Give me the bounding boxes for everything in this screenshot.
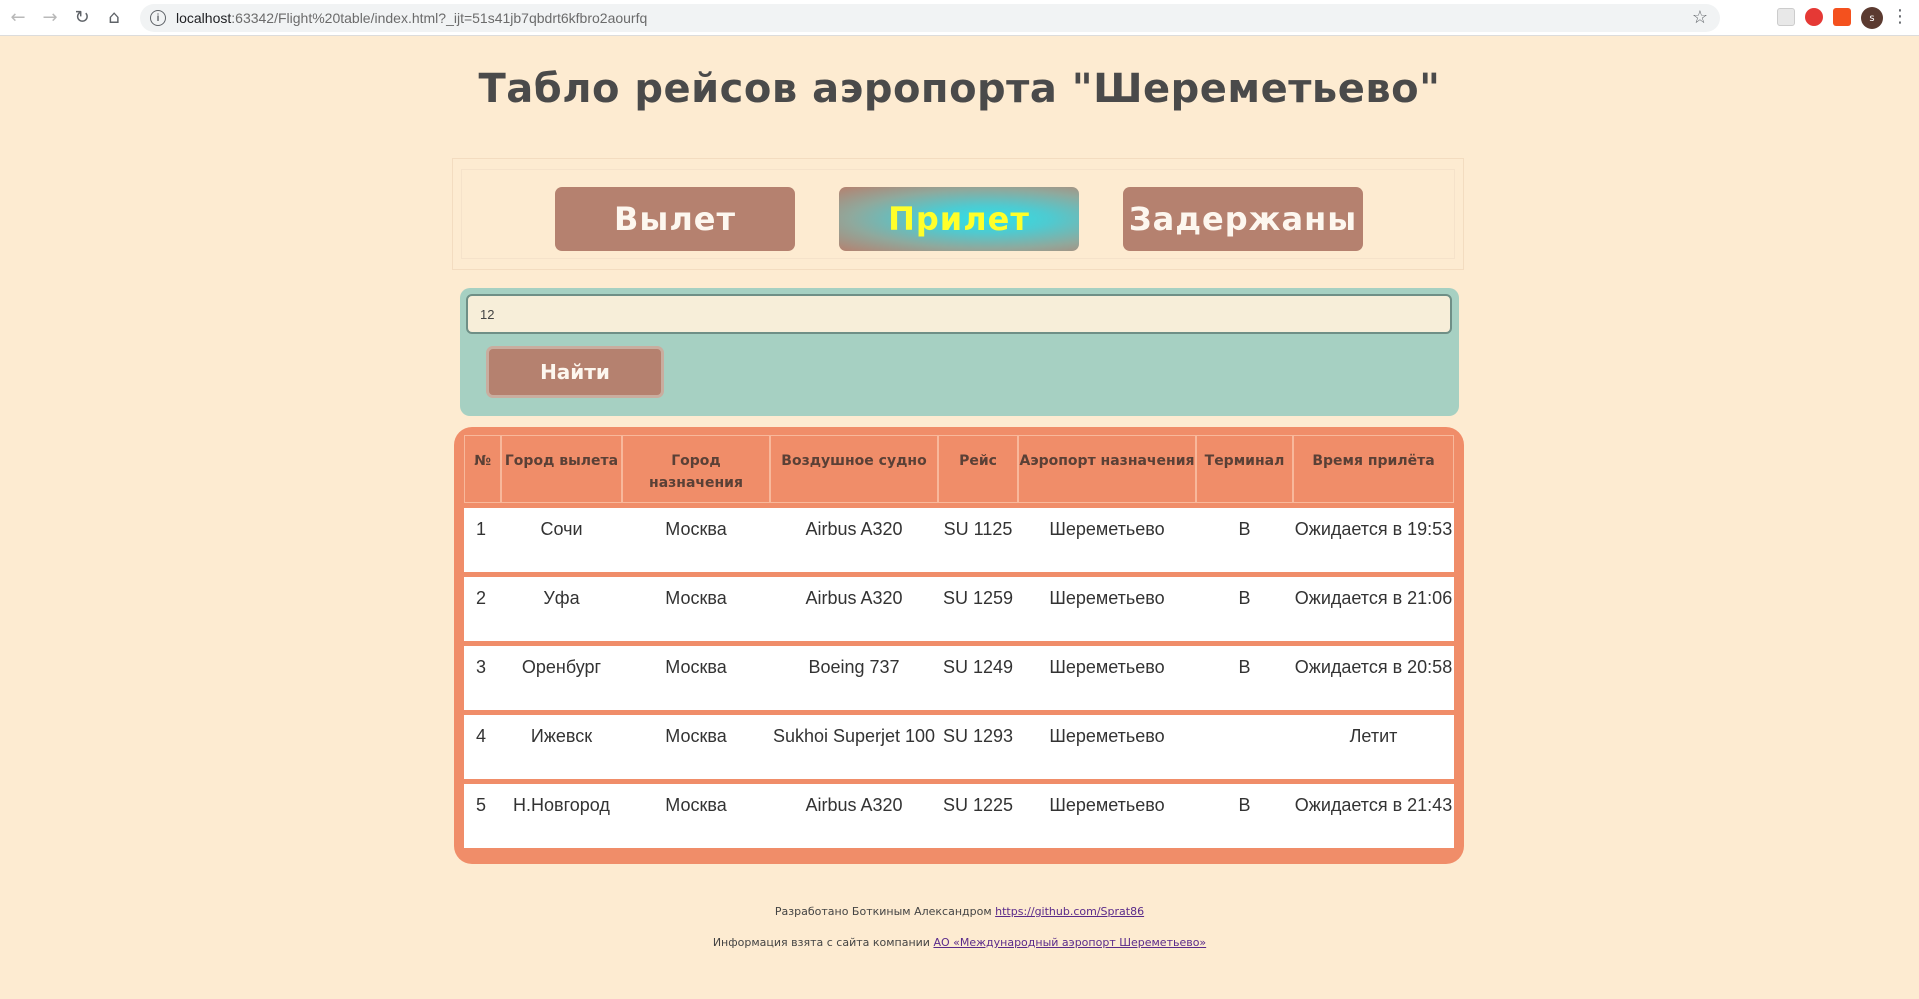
cell-flight: SU 1259	[942, 588, 1014, 608]
cell-aircraft: Airbus A320	[805, 588, 903, 608]
url-path: :63342/Flight%20table/index.html?_ijt=51…	[231, 10, 648, 26]
cell-departure-city: Ижевск	[530, 726, 593, 746]
footer-source-text: Информация взята с сайта компании	[712, 936, 934, 949]
url-host: localhost	[176, 10, 232, 26]
cell-destination-city: Москва	[665, 795, 727, 815]
cell-destination-city: Москва	[665, 657, 727, 677]
header-flight: Рейс	[938, 435, 1018, 503]
header-terminal: Терминал	[1196, 435, 1293, 503]
menu-dots-icon[interactable]: ⋮	[1891, 6, 1909, 27]
cell-terminal: B	[1238, 795, 1251, 815]
bookmark-star-icon[interactable]: ☆	[1692, 7, 1708, 28]
cell-number: 1	[476, 519, 487, 539]
browser-toolbar: ← → ↻ ⌂ i localhost:63342/Flight%20table…	[0, 0, 1919, 36]
cell-terminal: B	[1238, 519, 1251, 539]
flights-table: № Город вылета Город назначения Воздушно…	[464, 435, 1454, 848]
tab-delayed[interactable]: Задержаны	[1123, 187, 1363, 251]
flights-table-wrapper: № Город вылета Город назначения Воздушно…	[454, 427, 1464, 864]
footer-source: Информация взята с сайта компании АО «Ме…	[0, 936, 1919, 949]
cell-number: 4	[476, 726, 487, 746]
cell-flight: SU 1125	[943, 519, 1013, 539]
home-icon[interactable]: ⌂	[100, 4, 128, 32]
info-icon[interactable]: i	[150, 10, 166, 26]
cell-departure-city: Оренбург	[521, 657, 602, 677]
cell-aircraft: Airbus A320	[805, 795, 903, 815]
tab-arrivals[interactable]: Прилет	[839, 187, 1079, 251]
table-row: 1 Сочи Москва Airbus A320 SU 1125 Шереме…	[464, 508, 1454, 572]
cell-departure-city: Н.Новгород	[513, 795, 610, 815]
header-departure-city: Город вылета	[501, 435, 622, 503]
cell-number: 3	[476, 657, 487, 677]
profile-avatar[interactable]: s	[1861, 7, 1883, 29]
back-arrow-icon[interactable]: ←	[4, 4, 32, 32]
tabs-container: Вылет Прилет Задержаны	[452, 158, 1464, 270]
find-button[interactable]: Найти	[486, 346, 664, 398]
cell-arrival-time: Летит	[1349, 726, 1398, 746]
cell-destination-city: Москва	[665, 726, 727, 746]
extension-icon[interactable]	[1777, 8, 1795, 26]
github-link[interactable]: https://github.com/Sprat86	[995, 905, 1144, 918]
tab-departures[interactable]: Вылет	[555, 187, 795, 251]
cell-destination-airport: Шереметьево	[1049, 795, 1165, 815]
cell-terminal	[1196, 715, 1293, 779]
table-row: 2 Уфа Москва Airbus A320 SU 1259 Шеремет…	[464, 577, 1454, 641]
cell-aircraft: Boeing 737	[808, 657, 900, 677]
reload-icon[interactable]: ↻	[68, 4, 96, 32]
cell-departure-city: Уфа	[543, 588, 580, 608]
airport-company-link[interactable]: АО «Международный аэропорт Шереметьево»	[933, 936, 1206, 949]
search-input[interactable]: 12	[466, 294, 1452, 334]
search-panel: 12 Найти	[460, 288, 1459, 416]
cell-terminal: B	[1238, 657, 1251, 677]
cell-number: 2	[476, 588, 487, 608]
cell-destination-airport: Шереметьево	[1049, 588, 1165, 608]
header-destination-airport: Аэропорт назначения	[1018, 435, 1196, 503]
header-destination-city: Город назначения	[622, 435, 770, 503]
page-title: Табло рейсов аэропорта "Шереметьево"	[478, 66, 1441, 112]
header-arrival-time: Время прилёта	[1293, 435, 1454, 503]
table-row: 4 Ижевск Москва Sukhoi Superjet 100 SU 1…	[464, 715, 1454, 779]
cell-destination-city: Москва	[665, 519, 727, 539]
cell-aircraft: Airbus A320	[805, 519, 903, 539]
extension-compass-icon[interactable]	[1805, 8, 1823, 26]
forward-arrow-icon[interactable]: →	[36, 4, 64, 32]
cell-destination-city: Москва	[665, 588, 727, 608]
cell-terminal: B	[1238, 588, 1251, 608]
header-aircraft: Воздушное судно	[770, 435, 938, 503]
address-bar[interactable]: i localhost:63342/Flight%20table/index.h…	[140, 4, 1720, 32]
cell-flight: SU 1249	[942, 657, 1014, 677]
cell-arrival-time: Ожидается в 21:06	[1294, 588, 1453, 608]
table-header: № Город вылета Город назначения Воздушно…	[464, 435, 1454, 503]
cell-arrival-time: Ожидается в 20:58	[1294, 657, 1453, 677]
footer-developer: Разработано Боткиным Александром https:/…	[0, 905, 1919, 918]
cell-arrival-time: Ожидается в 19:53	[1294, 519, 1453, 539]
table-row: 3 Оренбург Москва Boeing 737 SU 1249 Шер…	[464, 646, 1454, 710]
footer-developer-text: Разработано Боткиным Александром	[774, 905, 996, 918]
cell-arrival-time: Ожидается в 21:43	[1294, 795, 1453, 815]
cell-number: 5	[476, 795, 487, 815]
cell-departure-city: Сочи	[540, 519, 583, 539]
header-number: №	[464, 435, 501, 503]
cell-destination-airport: Шереметьево	[1049, 726, 1165, 746]
cell-flight: SU 1225	[942, 795, 1014, 815]
cell-destination-airport: Шереметьево	[1049, 657, 1165, 677]
table-row: 5 Н.Новгород Москва Airbus A320 SU 1225 …	[464, 784, 1454, 848]
cell-destination-airport: Шереметьево	[1049, 519, 1165, 539]
cell-flight: SU 1293	[942, 726, 1014, 746]
extension-rss-icon[interactable]	[1833, 8, 1851, 26]
cell-aircraft: Sukhoi Superjet 100	[772, 726, 936, 746]
